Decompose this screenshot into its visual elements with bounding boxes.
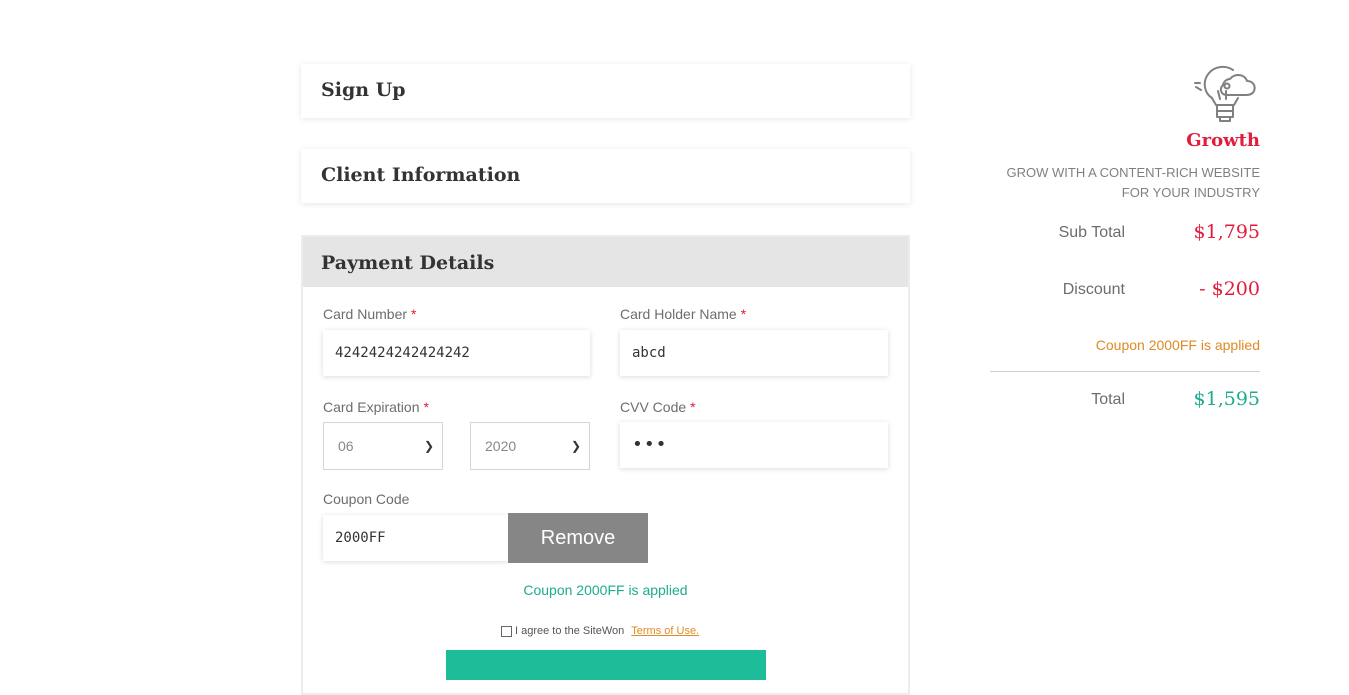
cvv-label-text: CVV Code (620, 399, 687, 415)
card-holder-label: Card Holder Name * (620, 306, 746, 322)
client-information-section[interactable]: Client Information (301, 149, 910, 203)
required-mark: * (411, 306, 417, 322)
payment-details-title: Payment Details (321, 252, 495, 274)
total-value: $1,595 (1193, 388, 1260, 410)
total-label: Total (1091, 391, 1125, 408)
cvv-label: CVV Code * (620, 399, 696, 415)
subtotal-value: $1,795 (1193, 221, 1260, 243)
expiration-year-value: 2020 (485, 438, 517, 454)
card-holder-label-text: Card Holder Name (620, 306, 737, 322)
expiration-month-value: 06 (338, 438, 354, 454)
chevron-down-icon: ❯ (570, 439, 581, 453)
payment-details-header[interactable]: Payment Details (303, 237, 908, 287)
lightbulb-cloud-icon (1194, 65, 1256, 122)
agree-text: I agree to the SiteWon (515, 625, 625, 637)
chevron-down-icon: ❯ (423, 439, 434, 453)
card-number-label: Card Number * (323, 306, 416, 322)
coupon-applied-message: Coupon 2000FF is applied (523, 582, 688, 598)
signup-section[interactable]: Sign Up (301, 64, 910, 118)
discount-label: Discount (1062, 281, 1125, 298)
card-expiration-label: Card Expiration * (323, 399, 429, 415)
submit-payment-button[interactable] (446, 650, 766, 680)
coupon-code-label: Coupon Code (323, 491, 410, 507)
terms-of-use-link[interactable]: Terms of Use. (631, 625, 699, 637)
discount-value: - $200 (1199, 278, 1260, 300)
plan-name: Growth (1186, 130, 1260, 151)
card-expiration-label-text: Card Expiration (323, 399, 420, 415)
payment-details-section: Payment Details Card Number * 42424242424… (301, 235, 910, 695)
required-mark: * (740, 306, 747, 322)
required-mark: * (690, 399, 696, 415)
card-holder-field[interactable]: abcd (620, 330, 888, 376)
required-mark: * (423, 399, 429, 415)
signup-title[interactable]: Sign Up (321, 79, 406, 101)
expiration-year-select[interactable]: 2020 ❯ (470, 422, 590, 470)
expiration-month-select[interactable]: 06 ❯ (323, 422, 443, 470)
subtotal-label: Sub Total (1058, 224, 1125, 241)
summary-divider (990, 371, 1260, 372)
client-information-title[interactable]: Client Information (321, 164, 520, 186)
coupon-code-field[interactable]: 2000FF (323, 515, 508, 561)
card-number-label-text: Card Number (323, 306, 408, 322)
summary-coupon-note: Coupon 2000FF is applied (1095, 337, 1260, 353)
terms-agreement: I agree to the SiteWon Terms of Use. (501, 625, 699, 637)
plan-description: GROW WITH A CONTENT-RICH WEBSITE FOR YOU… (1006, 165, 1261, 200)
card-number-field[interactable]: 4242424242424242 (323, 330, 590, 376)
agree-checkbox[interactable] (501, 625, 512, 637)
cvv-field[interactable]: ••• (620, 422, 888, 468)
remove-coupon-button[interactable]: Remove (508, 513, 648, 563)
